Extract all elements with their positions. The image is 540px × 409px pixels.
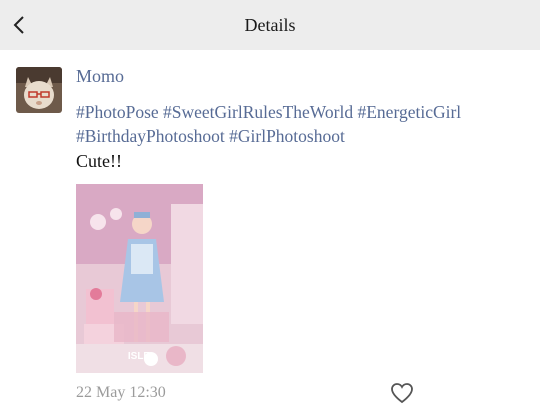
heart-outline-icon — [391, 383, 413, 404]
hashtags-line-2[interactable]: #BirthdayPhotoshoot #GirlPhotoshoot — [76, 124, 516, 148]
page-title: Details — [244, 15, 296, 35]
like-button[interactable] — [390, 382, 414, 404]
post-text: Cute!! — [76, 151, 122, 171]
hashtags-line-1[interactable]: #PhotoPose #SweetGirlRulesTheWorld #Ener… — [76, 100, 516, 124]
author-name[interactable]: Momo — [76, 66, 124, 87]
post-timestamp: 22 May 12:30 — [76, 384, 166, 401]
hashtags: #PhotoPose #SweetGirlRulesTheWorld #Ener… — [76, 100, 516, 148]
avatar[interactable] — [16, 67, 62, 113]
top-bar: Details — [0, 0, 540, 50]
post-photo[interactable]: ISLE — [76, 184, 203, 373]
photo-watermark: ISLE — [128, 351, 151, 362]
